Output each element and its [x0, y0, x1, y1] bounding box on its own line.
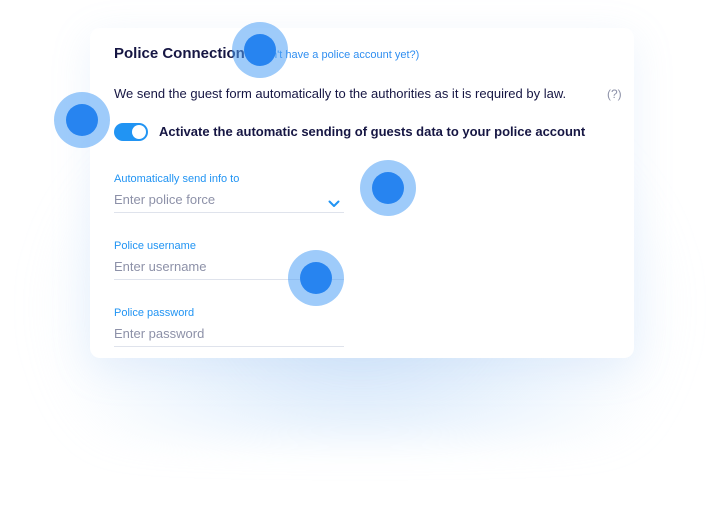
toggle-knob-icon — [132, 125, 146, 139]
password-label: Police password — [114, 307, 195, 319]
hotspot-core — [66, 104, 98, 136]
page-stage: Police Connection (Don't have a police a… — [0, 0, 719, 509]
hotspot-core — [372, 172, 404, 204]
auto-send-toggle-label: Activate the automatic sending of guests… — [159, 124, 586, 139]
chevron-down-icon[interactable] — [328, 200, 340, 208]
police-force-label: Automatically send info to — [114, 173, 240, 185]
hotspot-dot-icon[interactable] — [232, 22, 288, 78]
hotspot-dot-icon[interactable] — [360, 160, 416, 216]
hotspot-core — [300, 262, 332, 294]
police-force-select[interactable] — [114, 192, 344, 213]
description-text: We send the guest form automatically to … — [114, 86, 567, 101]
password-input[interactable] — [114, 326, 344, 347]
auto-send-toggle[interactable] — [114, 123, 148, 141]
hotspot-dot-icon[interactable] — [54, 92, 110, 148]
page-title: Police Connection — [114, 45, 245, 62]
password-field: Police password — [114, 307, 344, 347]
hotspot-core — [244, 34, 276, 66]
help-link[interactable]: (?) — [607, 87, 622, 101]
police-force-field: Automatically send info to — [114, 173, 344, 213]
hotspot-dot-icon[interactable] — [288, 250, 344, 306]
